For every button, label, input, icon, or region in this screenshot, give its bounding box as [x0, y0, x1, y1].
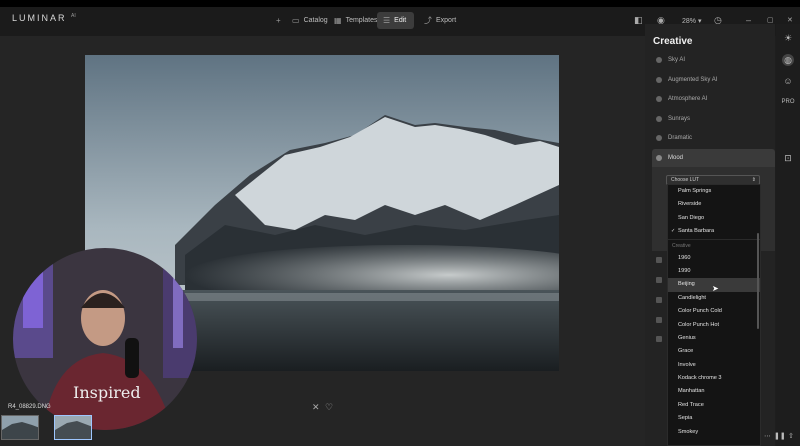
folder-icon: ▭ [292, 16, 300, 25]
lut-option[interactable]: Smokey [668, 426, 760, 439]
creative-palette-icon[interactable]: ◍ [782, 54, 794, 66]
reject-icon[interactable]: ✕ [312, 402, 320, 413]
layers-icon[interactable]: ⊡ [782, 152, 794, 164]
portrait-face-icon[interactable]: ☺ [782, 75, 794, 87]
tool-icon-collapsed[interactable] [656, 336, 662, 342]
lut-option[interactable]: San Diego [668, 212, 760, 225]
sliders-icon: ☰ [383, 16, 391, 25]
close-button[interactable]: ✕ [787, 16, 793, 24]
export-icon: ⤴ [424, 16, 432, 25]
lut-option[interactable]: 1990 [668, 265, 760, 278]
mood-icon [656, 155, 662, 161]
chevron-updown-icon: ⇕ [751, 177, 756, 183]
lut-group-header: Creative [668, 238, 760, 252]
augmented-sky-icon [656, 77, 662, 83]
webcam-overlay: Inspired [13, 248, 197, 430]
tool-sky-ai[interactable]: Sky AI [652, 51, 775, 69]
dramatic-icon [656, 135, 662, 141]
lut-option[interactable]: Red Trace [668, 399, 760, 412]
tab-catalog[interactable]: ▭ Catalog [286, 12, 334, 29]
lut-option[interactable]: Sepia [668, 412, 760, 425]
tool-icon-collapsed[interactable] [656, 297, 662, 303]
lut-option[interactable]: Color Punch Cold [668, 305, 760, 318]
lut-option[interactable]: 1960 [668, 252, 760, 265]
lut-option[interactable]: Kodack chrome 3 [668, 372, 760, 385]
checkmark-icon: ✓ [671, 228, 676, 235]
templates-icon: ▦ [334, 16, 342, 25]
essentials-sun-icon[interactable]: ☀ [782, 32, 794, 44]
dropdown-scrollbar[interactable] [757, 233, 759, 329]
favorite-heart-icon[interactable]: ♡ [325, 402, 333, 413]
tab-templates[interactable]: ▦ Templates [328, 12, 383, 29]
tool-icon-collapsed[interactable] [656, 317, 662, 323]
tool-icon-collapsed[interactable] [656, 277, 662, 283]
pause-icon[interactable]: ❚❚ [774, 432, 786, 440]
upload-icon[interactable]: ⇧ [788, 432, 794, 440]
lut-option[interactable]: Color Punch Hot [668, 319, 760, 332]
panel-title: Creative [653, 36, 693, 47]
photo-filename: R4_08829.DNG [8, 404, 51, 410]
lut-option[interactable]: Palm Springs [668, 185, 760, 198]
lut-dropdown[interactable]: Palm Springs Riverside San Diego ✓ Santa … [667, 184, 761, 446]
tool-sunrays[interactable]: Sunrays [652, 110, 775, 128]
app-logo: LUMINAR AI [12, 13, 76, 23]
pro-icon[interactable]: PRO [782, 96, 795, 108]
sunrays-icon [656, 116, 662, 122]
sky-icon [656, 57, 662, 63]
tool-category-bar: ☀ ◍ ☺ PRO ⊡ [776, 24, 800, 446]
plus-icon: + [276, 16, 281, 25]
presenter-video: Inspired [13, 248, 197, 430]
lut-option[interactable]: Involve [668, 359, 760, 372]
add-photos-button[interactable]: + [270, 12, 287, 29]
hoodie-print: Inspired [73, 383, 141, 402]
lut-option[interactable]: Manhattan [668, 385, 760, 398]
maximize-button[interactable]: ▢ [767, 16, 774, 24]
atmosphere-icon [656, 96, 662, 102]
filmstrip-thumb[interactable] [1, 415, 39, 440]
more-options-icon[interactable]: ⋯ [764, 432, 771, 440]
tool-mood[interactable]: Mood [652, 149, 775, 167]
tab-edit[interactable]: ☰ Edit [377, 12, 414, 29]
filmstrip-thumb-selected[interactable] [54, 415, 92, 440]
lut-option[interactable]: Grace [668, 345, 760, 358]
tool-dramatic[interactable]: Dramatic [652, 129, 775, 147]
compare-icon[interactable]: ◧ [634, 15, 643, 26]
tool-icon-collapsed[interactable] [656, 257, 662, 263]
tab-export[interactable]: ⤴ Export [418, 12, 462, 29]
lut-option[interactable]: Riverside [668, 198, 760, 211]
tool-augmented-sky[interactable]: Augmented Sky AI [652, 71, 775, 89]
lut-option[interactable]: Candlelight [668, 292, 760, 305]
lut-option-selected[interactable]: ✓ Santa Barbara [668, 225, 760, 238]
lut-option[interactable]: Genius [668, 332, 760, 345]
mouse-cursor-icon: ➤ [712, 284, 719, 293]
tool-atmosphere[interactable]: Atmosphere AI [652, 90, 775, 108]
